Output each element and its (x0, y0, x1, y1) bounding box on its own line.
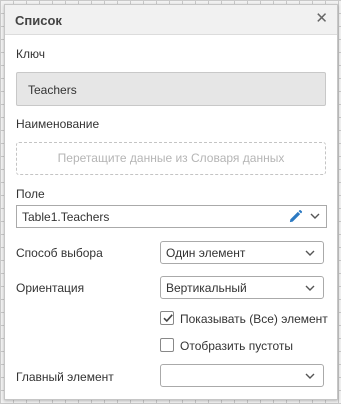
close-icon[interactable]: ✕ (315, 11, 328, 27)
field-label: Поле (16, 187, 45, 201)
main-element-label: Главный элемент (16, 370, 114, 384)
chevron-down-icon[interactable] (310, 211, 320, 221)
checkbox-box[interactable] (160, 311, 174, 325)
orientation-value: Вертикальный (166, 281, 247, 295)
selection-mode-label: Способ выбора (16, 246, 103, 260)
selection-mode-value: Один элемент (166, 246, 246, 260)
selection-mode-select[interactable]: Один элемент (160, 241, 324, 264)
chevron-down-icon (305, 285, 315, 291)
chevron-down-icon (305, 373, 315, 379)
check-icon (163, 314, 173, 323)
panel-title: Список (15, 13, 62, 28)
key-field[interactable]: Teachers (16, 72, 326, 106)
pencil-icon[interactable] (288, 209, 303, 224)
name-drop-zone[interactable]: Перетащите данные из Словаря данных (16, 142, 326, 175)
key-label: Ключ (16, 47, 45, 61)
checkbox-box[interactable] (160, 338, 174, 352)
show-blanks-label: Отобразить пустоты (180, 339, 293, 353)
chevron-down-icon (305, 250, 315, 256)
orientation-label: Ориентация (16, 281, 85, 295)
name-label: Наименование (16, 117, 100, 131)
list-properties-panel: Список ✕ Ключ Teachers Наименование Пере… (4, 4, 338, 400)
panel-header: Список ✕ (5, 5, 337, 35)
orientation-select[interactable]: Вертикальный (160, 276, 324, 299)
show-all-label: Показывать (Все) элемент (180, 312, 328, 326)
main-element-select[interactable] (160, 364, 324, 387)
key-value: Teachers (28, 83, 77, 97)
field-value: Table1.Teachers (22, 210, 110, 224)
field-input[interactable]: Table1.Teachers (16, 205, 327, 228)
